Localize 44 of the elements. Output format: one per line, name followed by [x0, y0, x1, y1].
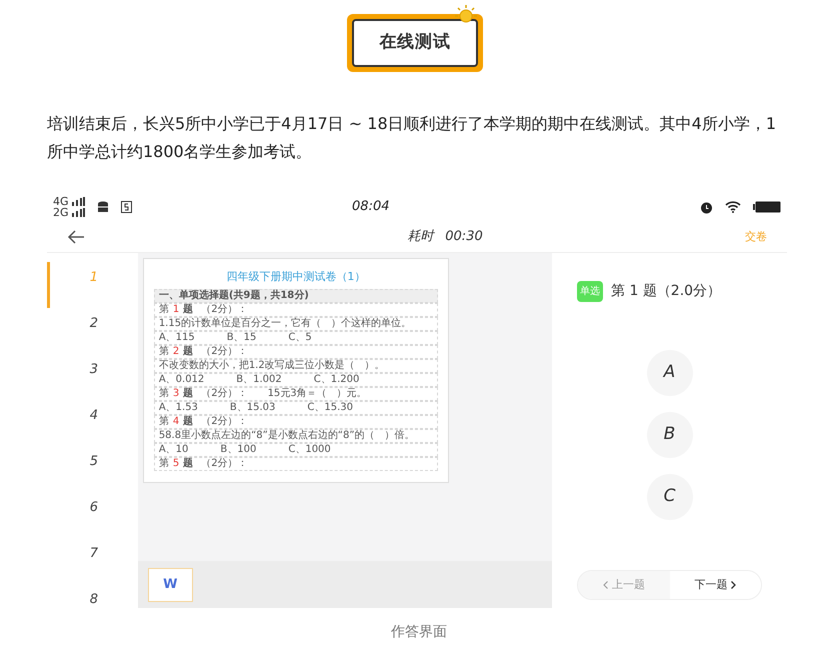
image-caption: 作答界面 [390, 623, 448, 642]
question-text: 1.15的计数单位是百分之一，它有（ ）个这样的单位。 [154, 316, 438, 330]
answer-options: A、0.012 B、1.002 C、1.200 [154, 372, 438, 386]
question-heading: 第 3 题 （2分）： 15元3角＝（ ）元。 [154, 386, 438, 400]
answer-options: A、10 B、100 C、1000 [154, 442, 438, 456]
question-heading: 第 5 题 （2分）： [154, 456, 438, 470]
intro-paragraph: 培训结束后，长兴5所中小学已于4月17日 ~ 18日顺利进行了本学期的期中在线测试。其中4所小学，1所中学总计约1800名学生参加考试。 [47, 113, 778, 163]
answer-option[interactable]: C [646, 474, 692, 520]
question-number[interactable]: 4 [47, 400, 138, 446]
question-number[interactable]: 3 [47, 354, 138, 400]
chevron-left-icon [602, 581, 608, 589]
network-label: 2G [53, 207, 69, 218]
question-number[interactable]: 7 [47, 538, 138, 584]
word-file-button[interactable]: W [148, 568, 193, 602]
question-text: 58.8里小数点左边的“8”是小数点右边的“8”的（ ）倍。 [154, 428, 438, 442]
timer-label: 耗时 [407, 228, 434, 246]
signal-icon [70, 197, 85, 206]
question-type-tag: 单选 [577, 281, 603, 302]
battery-icon [753, 201, 781, 213]
chevron-right-icon [731, 581, 736, 589]
question-title: 第 1 题（2.0分） [611, 282, 722, 301]
badge-title: 在线测试 [379, 31, 451, 54]
sim-icon [120, 201, 132, 213]
section-heading: 一、单项选择题(共9题，共18分) [154, 288, 438, 302]
status-time: 08:04 [351, 198, 390, 216]
answer-option[interactable]: A [646, 350, 692, 396]
wifi-icon [725, 201, 741, 213]
answer-options: A、115 B、15 C、5 [154, 330, 438, 344]
question-heading: 第 1 题 （2分）： [154, 302, 438, 316]
question-text: 不改变数的大小，把1.2改写成三位小数是（ ）。 [154, 358, 438, 372]
database-icon [96, 201, 109, 213]
network-label: 4G [53, 196, 69, 207]
question-number[interactable]: 2 [47, 308, 138, 354]
question-number[interactable]: 6 [47, 492, 138, 538]
signal-icon [70, 208, 85, 217]
question-number[interactable]: 5 [47, 446, 138, 492]
question-number[interactable]: 8 [47, 584, 138, 630]
answer-options: A、1.53 B、15.03 C、15.30 [154, 400, 438, 414]
question-heading: 第 4 题 （2分）： [154, 414, 438, 428]
question-heading: 第 2 题 （2分）： [154, 344, 438, 358]
back-arrow-icon[interactable] [67, 230, 85, 244]
answer-option[interactable]: B [646, 412, 692, 458]
document-title: 四年级下册期中测试卷（1） [225, 269, 366, 285]
timer-value: 00:30 [445, 228, 483, 246]
